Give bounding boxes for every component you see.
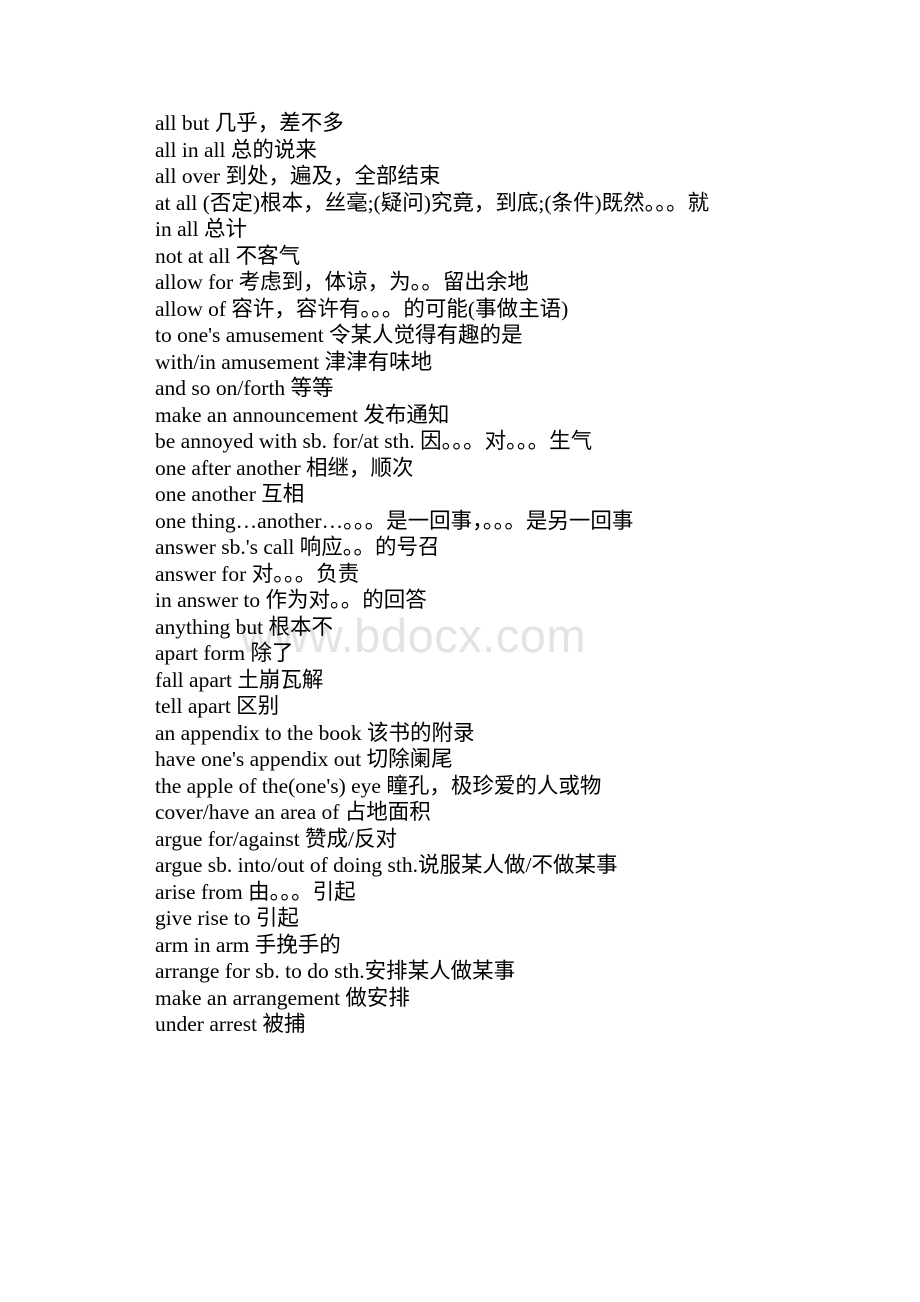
list-item: apart form 除了: [155, 641, 294, 665]
list-item: answer for 对。。。负责: [155, 561, 360, 586]
list-item: with/in amusement 津津有味地: [155, 349, 433, 374]
list-item: one after another 相继，顺次: [155, 455, 414, 480]
list-item: not at all 不客气: [155, 243, 301, 268]
list-item: cover/have an area of 占地面积: [155, 800, 431, 824]
list-item: all but 几乎，差不多: [155, 111, 344, 135]
list-item: allow of 容许，容许有。。。的可能(事做主语): [155, 296, 569, 321]
list-item: an appendix to the book 该书的附录: [155, 720, 475, 745]
list-item: all over 到处，遍及，全部结束: [155, 164, 441, 188]
list-item: arm in arm 手挽手的: [155, 932, 341, 957]
list-item: and so on/forth 等等: [155, 376, 334, 400]
list-item: all in all 总的说来: [155, 137, 317, 162]
list-item: be annoyed with sb. for/at sth. 因。。。对。。。…: [155, 429, 593, 453]
list-item: tell apart 区别: [155, 694, 280, 718]
list-item: answer sb.'s call 响应。。的号召: [155, 535, 440, 559]
list-item: in all 总计: [155, 217, 247, 241]
list-item: under arrest 被捕: [155, 1012, 306, 1036]
list-item: the apple of the(one's) eye 瞳孔，极珍爱的人或物: [155, 773, 602, 798]
list-item: make an announcement 发布通知: [155, 402, 450, 427]
list-item: at all (否定)根本，丝毫;(疑问)究竟，到底;(条件)既然。。。就: [155, 190, 710, 215]
list-item: have one's appendix out 切除阑尾: [155, 747, 453, 771]
list-item: one another 互相: [155, 482, 305, 506]
list-item: argue for/against 赞成/反对: [155, 826, 398, 851]
list-item: argue sb. into/out of doing sth.说服某人做/不做…: [155, 853, 618, 877]
list-item: anything but 根本不: [155, 614, 333, 639]
list-item: arise from 由。。。引起: [155, 879, 356, 904]
list-item: in answer to 作为对。。的回答: [155, 588, 427, 612]
list-item: fall apart 土崩瓦解: [155, 667, 324, 692]
list-item: arrange for sb. to do sth.安排某人做某事: [155, 959, 516, 983]
list-item: allow for 考虑到，体谅，为。。留出余地: [155, 270, 529, 294]
list-item: make an arrangement 做安排: [155, 985, 410, 1010]
vocabulary-list: all but 几乎，差不多 all in all 总的说来 all over …: [155, 110, 895, 1038]
list-item: give rise to 引起: [155, 906, 299, 930]
document-page: www.bdocx.com all but 几乎，差不多 all in all …: [0, 0, 920, 1302]
list-item: to one's amusement 令某人觉得有趣的是: [155, 323, 523, 347]
list-item: one thing…another…。。。是一回事，。。。是另一回事: [155, 508, 634, 533]
